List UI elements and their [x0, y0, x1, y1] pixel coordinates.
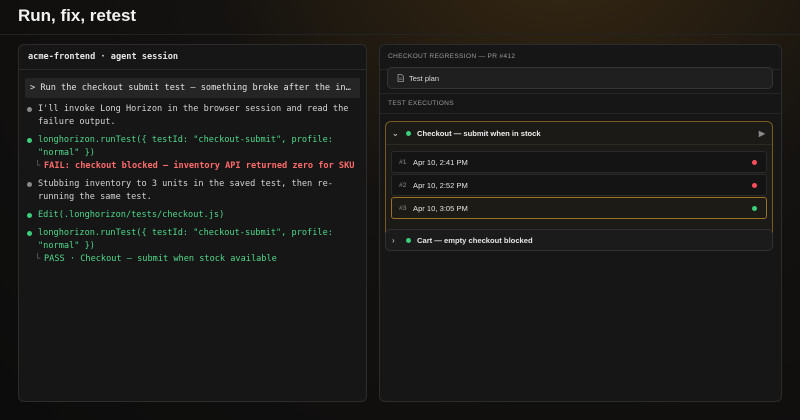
edit-call-text: Edit(.longhorizon/tests/checkout.js): [38, 210, 225, 220]
session-header: acme-frontend · agent session: [19, 45, 366, 70]
section-divider: [380, 113, 781, 114]
play-icon[interactable]: ▶: [759, 129, 765, 138]
tool-call-bullet-icon: [27, 138, 32, 143]
chevron-right-icon[interactable]: ›: [392, 236, 402, 245]
pass-result-text: PASS · Checkout — submit when stock avai…: [44, 254, 277, 264]
page-title: Run, fix, retest: [18, 6, 137, 25]
header-divider: [0, 34, 800, 35]
tool-call-text: longhorizon.runTest({ testId: "checkout-…: [38, 135, 333, 158]
run-timestamp: Apr 10, 3:05 PM: [413, 203, 468, 213]
log-text: I'll invoke Long Horizon in the browser …: [38, 104, 349, 127]
status-dot-icon: [406, 130, 411, 136]
regression-panel: CHECKOUT REGRESSION — PR #412 Test plan …: [379, 44, 782, 402]
pass-status-icon: [752, 205, 757, 211]
execution-row[interactable]: #2 Apr 10, 2:52 PM: [391, 174, 767, 196]
session-log[interactable]: > Run the checkout submit test — somethi…: [19, 70, 366, 266]
run-timestamp: Apr 10, 2:41 PM: [413, 157, 468, 167]
info-bullet-icon: [27, 107, 32, 112]
run-number: #1: [399, 158, 407, 166]
log-text: Stubbing inventory to 3 units in the sav…: [38, 179, 333, 202]
tool-call-bullet-icon: [27, 231, 32, 236]
status-dot-icon: [406, 237, 411, 243]
fail-status-icon: [752, 159, 757, 165]
log-entry: I'll invoke Long Horizon in the browser …: [25, 103, 360, 129]
test-plan-label: Test plan: [409, 73, 440, 83]
test-group-title: Checkout — submit when in stock: [417, 128, 541, 138]
tree-elbow-icon: └: [35, 254, 41, 264]
run-number: #3: [399, 204, 407, 212]
tree-elbow-icon: └: [35, 161, 41, 171]
execution-row-selected[interactable]: #3 Apr 10, 3:05 PM: [391, 197, 767, 219]
fail-status-icon: [752, 182, 757, 188]
executions-label: TEST EXECUTIONS: [388, 100, 454, 107]
section-divider: [380, 93, 781, 94]
execution-row[interactable]: #1 Apr 10, 2:41 PM: [391, 151, 767, 173]
tool-call-text: longhorizon.runTest({ testId: "checkout-…: [38, 228, 333, 251]
tool-result: └ PASS · Checkout — submit when stock av…: [35, 253, 360, 266]
chevron-down-icon[interactable]: ⌄: [392, 129, 402, 138]
test-group-header[interactable]: ⌄ Checkout — submit when in stock ▶: [386, 122, 772, 145]
run-number: #2: [399, 181, 407, 189]
fail-result-text: FAIL: checkout blocked — inventory API r…: [44, 161, 355, 171]
user-prompt[interactable]: > Run the checkout submit test — somethi…: [25, 78, 360, 98]
document-icon: [397, 74, 404, 82]
tool-result: └ FAIL: checkout blocked — inventory API…: [35, 160, 360, 173]
test-group-cart[interactable]: › Cart — empty checkout blocked: [385, 229, 773, 251]
tool-call-bullet-icon: [27, 213, 32, 218]
log-entry: longhorizon.runTest({ testId: "checkout-…: [25, 134, 360, 160]
agent-session-panel: acme-frontend · agent session > Run the …: [18, 44, 367, 402]
log-entry: longhorizon.runTest({ testId: "checkout-…: [25, 227, 360, 253]
log-entry: Edit(.longhorizon/tests/checkout.js): [25, 209, 360, 222]
run-timestamp: Apr 10, 2:52 PM: [413, 180, 468, 190]
test-group-title: Cart — empty checkout blocked: [417, 235, 533, 245]
info-bullet-icon: [27, 182, 32, 187]
log-entry: Stubbing inventory to 3 units in the sav…: [25, 178, 360, 204]
test-plan-button[interactable]: Test plan: [387, 67, 773, 89]
